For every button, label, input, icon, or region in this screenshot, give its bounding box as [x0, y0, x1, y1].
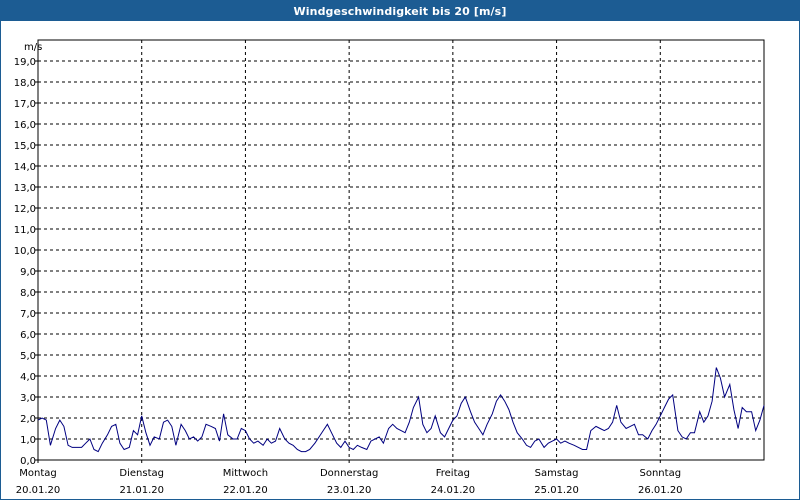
y-axis-ticks: 0,0 1,0 2,0 3,0 4,0 5,0 6,0 7,0 8,0 9,0 10,0 11,0 12…: [14, 57, 38, 467]
x-tick-date-label: 22.01.20: [223, 485, 268, 496]
y-tick-label: 0,0: [20, 456, 36, 467]
x-tick-day-label: Dienstag: [119, 468, 164, 479]
y-tick-label: 12,0: [14, 204, 36, 215]
x-tick-day-label: Mittwoch: [223, 468, 268, 479]
y-tick-label: 17,0: [14, 99, 36, 110]
x-tick-day-label: Sonntag: [640, 468, 682, 479]
x-tick-day-label: Samstag: [535, 468, 579, 479]
y-tick-label: 5,0: [20, 351, 36, 362]
x-tick-date-label: 20.01.20: [16, 485, 61, 496]
x-tick-date-label: 23.01.20: [327, 485, 372, 496]
x-tick-date-label: 24.01.20: [431, 485, 476, 496]
y-tick-label: 8,0: [20, 288, 36, 299]
grid-lines: [38, 40, 764, 460]
y-tick-label: 18,0: [14, 78, 36, 89]
y-tick-label: 4,0: [20, 372, 36, 383]
y-tick-label: 19,0: [14, 57, 36, 68]
x-tick-date-label: 26.01.20: [638, 485, 683, 496]
y-tick-label: 7,0: [20, 309, 36, 320]
y-tick-label: 2,0: [20, 414, 36, 425]
x-tick-date-label: 25.01.20: [534, 485, 579, 496]
y-tick-label: 14,0: [14, 162, 36, 173]
y-tick-label: 1,0: [20, 435, 36, 446]
y-tick-label: 16,0: [14, 120, 36, 131]
y-tick-label: 13,0: [14, 183, 36, 194]
y-tick-label: 3,0: [20, 393, 36, 404]
x-tick-date-label: 21.01.20: [119, 485, 164, 496]
y-tick-label: 11,0: [14, 225, 36, 236]
wind-speed-chart: 0,0 1,0 2,0 3,0 4,0 5,0 6,0 7,0 8,0 9,0 10,0 11,0 12…: [14, 39, 765, 496]
y-tick-label: 10,0: [14, 246, 36, 257]
x-tick-day-label: Montag: [19, 468, 56, 479]
x-tick-day-label: Freitag: [436, 468, 470, 479]
y-axis-unit-label: m/s: [24, 42, 42, 53]
y-tick-label: 6,0: [20, 330, 36, 341]
y-tick-label: 15,0: [14, 141, 36, 152]
x-tick-day-label: Donnerstag: [320, 468, 378, 479]
x-axis-ticks: Montag 20.01.20 Dienstag 21.01.20 Mittwoch 22…: [16, 460, 683, 496]
y-tick-label: 9,0: [20, 267, 36, 278]
